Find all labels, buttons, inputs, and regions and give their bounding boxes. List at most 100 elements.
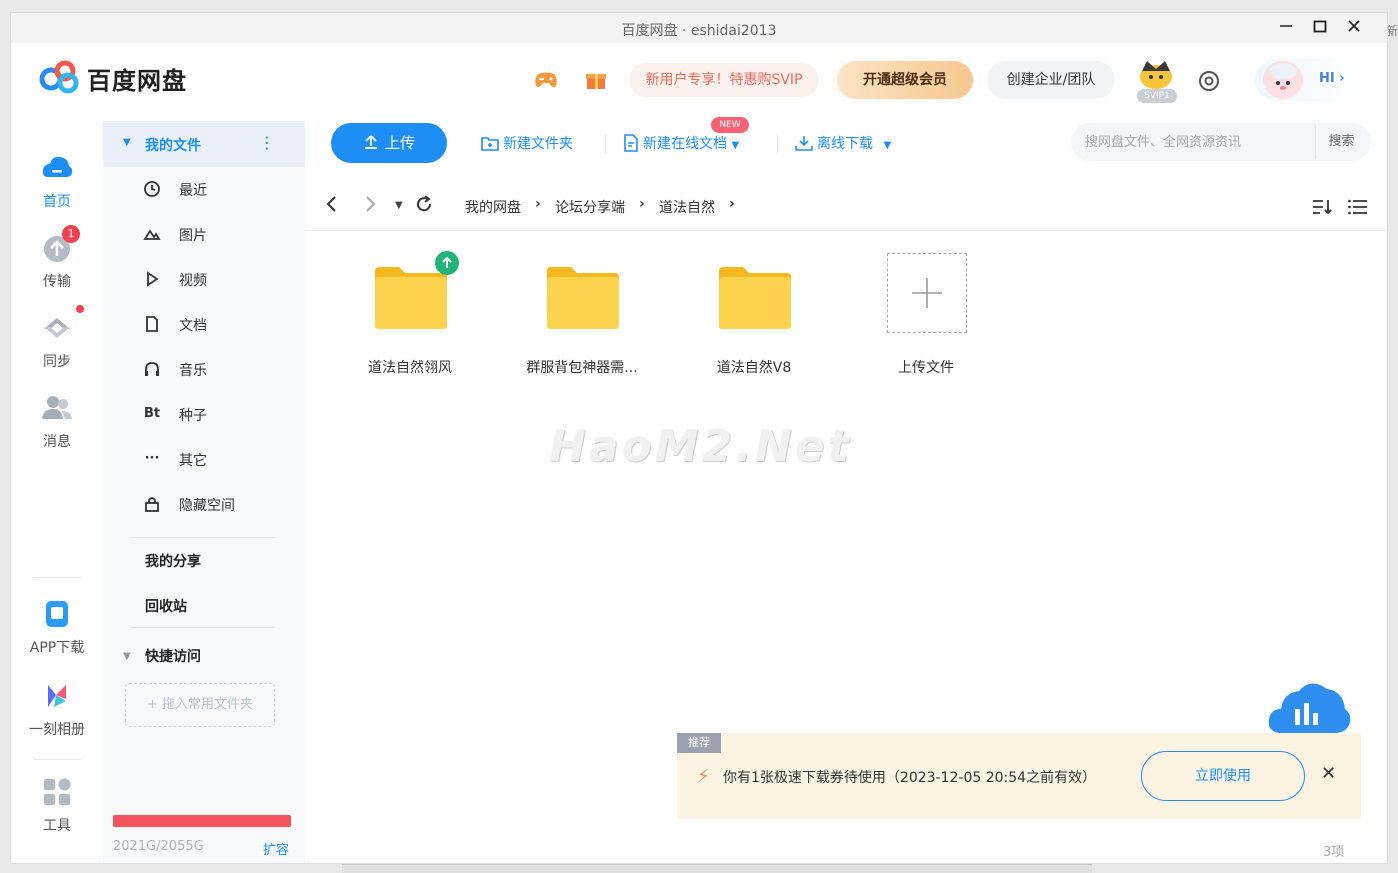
svip-crown-icon — [1140, 61, 1172, 89]
download-icon — [795, 136, 813, 151]
refresh-icon[interactable] — [415, 195, 433, 218]
app-download-icon — [46, 601, 68, 627]
app-header: 百度网盘 新用户专享！特惠购SVIP 开通超级会员 创建企业/团队 SVIP1 — [11, 43, 1387, 121]
watermark-text: HaoM2.Net — [549, 421, 852, 472]
sidebar-item-recent[interactable]: 最近 — [103, 171, 305, 207]
greeting-text: HI › — [1319, 71, 1345, 86]
sidebar-item-label: 最近 — [179, 183, 207, 199]
app-window: 百度网盘 · eshidai2013 百度网盘 新用户专享！特惠购SVIP 开通… — [10, 12, 1388, 864]
quick-access-drop-zone[interactable]: + 拖入常用文件夹 — [125, 683, 275, 727]
cloud-mascot-icon[interactable] — [1265, 669, 1353, 741]
close-icon — [1348, 20, 1360, 32]
svip-badge[interactable]: SVIP1 — [1131, 59, 1181, 103]
sidebar-item-label: 种子 — [179, 408, 207, 424]
tools-icon — [44, 778, 71, 805]
create-team-button[interactable]: 创建企业/团队 — [987, 61, 1115, 99]
expand-storage-link[interactable]: 扩容 — [263, 839, 289, 858]
search-button[interactable]: 搜索 — [1315, 125, 1367, 159]
sidebar-item-hidden-space[interactable]: 隐藏空间 — [103, 486, 305, 522]
breadcrumb-separator-icon: › — [729, 196, 735, 212]
my-files-header[interactable]: ▼ 我的文件 ⋮ — [103, 121, 305, 167]
left-navigation-rail: 首页 1 传输 同步 消息 APP下载 一刻相册 工具 — [11, 121, 103, 863]
sidebar-item-label: 文档 — [179, 318, 207, 334]
item-count: 3项 — [1323, 845, 1345, 860]
history-dropdown-icon[interactable]: ▼ — [395, 200, 403, 211]
quick-access-header[interactable]: 快捷访问 — [145, 646, 201, 666]
svip-level-label: SVIP1 — [1137, 89, 1177, 103]
breadcrumb-item[interactable]: 我的网盘 — [465, 197, 521, 217]
sidebar-item-images[interactable]: 图片 — [103, 216, 305, 252]
sidebar-item-recycle-bin[interactable]: 回收站 — [145, 596, 187, 616]
settings-icon[interactable] — [1197, 69, 1221, 93]
upload-button[interactable]: 上传 — [331, 123, 447, 163]
folder-icon — [719, 267, 791, 329]
rail-item-messages[interactable]: 消息 — [11, 391, 103, 451]
play-icon — [147, 271, 159, 287]
upload-file-label: 上传文件 — [898, 360, 954, 376]
storage-quota-text: 2021G/2055G — [113, 839, 204, 854]
sync-alert-dot — [76, 305, 84, 313]
forward-arrow-icon[interactable] — [363, 195, 377, 218]
new-online-doc-button[interactable]: 新建在线文档 ▼ — [623, 133, 739, 153]
rail-item-tools[interactable]: 工具 — [11, 775, 103, 835]
sort-icon[interactable] — [1311, 197, 1333, 217]
new-online-doc-label: 新建在线文档 — [643, 136, 727, 152]
breadcrumb-separator-icon: › — [535, 196, 541, 212]
breadcrumb-item[interactable]: 道法自然 — [659, 197, 715, 217]
gamepad-icon[interactable] — [533, 69, 559, 91]
sidebar-item-label: 音乐 — [179, 363, 207, 379]
file-item-folder[interactable]: 道法自然V8 — [679, 251, 829, 381]
rail-item-label: 传输 — [43, 274, 71, 290]
open-super-vip-button[interactable]: 开通超级会员 — [837, 61, 973, 99]
background-window-strip — [342, 864, 1092, 873]
sidebar-item-others[interactable]: ··· 其它 — [103, 441, 305, 477]
file-item-folder[interactable]: 群服背包神器需... — [507, 251, 657, 381]
svip-promo-link[interactable]: 新用户专享！特惠购SVIP — [629, 63, 819, 97]
maximize-icon — [1313, 20, 1327, 33]
caret-down-icon: ▼ — [123, 137, 131, 148]
close-window-button[interactable] — [1343, 17, 1365, 39]
new-badge: NEW — [711, 117, 749, 133]
breadcrumb-separator-icon: › — [639, 196, 645, 212]
sidebar-item-label: 图片 — [179, 228, 207, 244]
file-name: 道法自然V8 — [716, 360, 792, 376]
chevron-down-icon: ▼ — [883, 140, 892, 151]
offline-download-button[interactable]: 离线下载 ▼ — [795, 133, 891, 153]
breadcrumb-item[interactable]: 论坛分享端 — [555, 197, 625, 217]
search-input[interactable] — [1085, 131, 1305, 153]
upload-file-tile[interactable]: 上传文件 — [851, 251, 1001, 381]
file-item-folder[interactable]: 道法自然翎风 — [335, 251, 485, 381]
caret-down-icon: ▼ — [123, 651, 131, 662]
sidebar-divider — [131, 537, 275, 538]
sidebar-item-music[interactable]: 音乐 — [103, 351, 305, 387]
sidebar-item-torrents[interactable]: Bt 种子 — [103, 396, 305, 432]
minimize-button[interactable] — [1275, 17, 1297, 39]
app-name: 百度网盘 — [87, 67, 187, 95]
use-now-button[interactable]: 立即使用 — [1141, 751, 1305, 801]
sidebar-item-videos[interactable]: 视频 — [103, 261, 305, 297]
file-name: 道法自然翎风 — [368, 360, 452, 376]
new-folder-button[interactable]: 新建文件夹 — [481, 133, 573, 153]
back-arrow-icon[interactable] — [325, 195, 339, 218]
list-view-icon[interactable] — [1347, 197, 1369, 217]
folder-icon — [547, 267, 619, 329]
close-banner-icon[interactable]: ✕ — [1321, 763, 1336, 784]
sidebar-item-documents[interactable]: 文档 — [103, 306, 305, 342]
rail-item-transfer[interactable]: 1 传输 — [11, 225, 103, 291]
user-profile-button[interactable]: HI › — [1255, 59, 1359, 101]
rail-item-home[interactable]: 首页 — [11, 151, 103, 211]
rail-item-label: 同步 — [43, 354, 71, 370]
rail-item-sync[interactable]: 同步 — [11, 305, 103, 371]
rail-item-album[interactable]: 一刻相册 — [11, 679, 103, 739]
more-options-icon[interactable]: ⋮ — [259, 133, 275, 152]
album-icon — [48, 685, 66, 707]
sidebar-item-label: 隐藏空间 — [179, 498, 235, 514]
upload-drop-box[interactable] — [887, 253, 967, 333]
transfer-icon-wrap: 1 — [40, 225, 80, 265]
maximize-button[interactable] — [1309, 17, 1331, 39]
transfer-count-badge: 1 — [62, 225, 80, 243]
sidebar-item-my-share[interactable]: 我的分享 — [145, 551, 201, 571]
rail-item-app-download[interactable]: APP下载 — [11, 597, 103, 657]
gift-icon[interactable] — [583, 69, 609, 91]
upload-label: 上传 — [384, 134, 415, 152]
